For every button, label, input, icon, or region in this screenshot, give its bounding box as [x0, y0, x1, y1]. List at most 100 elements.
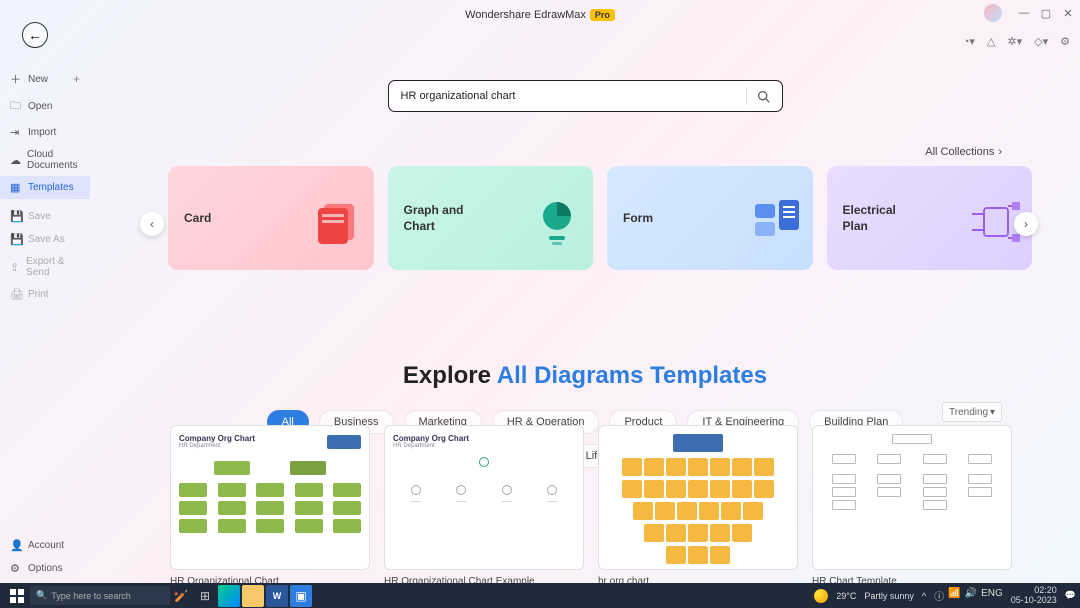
- tool1-icon[interactable]: ✲▾: [1007, 35, 1022, 48]
- lang-icon[interactable]: ENG: [981, 588, 1003, 603]
- template-thumb: [598, 425, 798, 570]
- taskbar-temp: 29°C: [836, 591, 856, 601]
- main-area: All Collections › ‹ › Card Graph and Cha…: [90, 52, 1080, 583]
- save-icon: 💾: [10, 210, 22, 223]
- sidebar-item-label: Open: [28, 101, 52, 112]
- template-card[interactable]: Company Org Chart HR Department ————————…: [384, 425, 584, 583]
- plus-icon: ＋: [10, 71, 22, 87]
- sidebar-item-new[interactable]: ＋New+: [0, 66, 90, 92]
- sidebar-item-saveas[interactable]: 💾Save As: [0, 228, 90, 251]
- taskbar-clock[interactable]: 02:20 05-10-2023: [1011, 586, 1057, 606]
- circuit-icon: [968, 194, 1016, 242]
- pro-badge: Pro: [590, 9, 615, 21]
- template-grid: Company Org Chart HR Department HR Organ…: [170, 425, 1012, 583]
- sort-dropdown[interactable]: Trending ▾: [942, 402, 1002, 422]
- sidebar-item-label: Import: [28, 127, 56, 138]
- taskbar-search[interactable]: 🔍 Type here to search: [30, 586, 170, 605]
- folder-icon: 🗀: [10, 97, 22, 116]
- template-title: HR Chart Template: [812, 576, 1012, 583]
- thumb-sub: HR Department: [393, 443, 575, 449]
- sidebar-item-cloud[interactable]: ☁Cloud Documents: [0, 144, 90, 176]
- sidebar-item-label: Save: [28, 211, 51, 222]
- minimize-button[interactable]: —: [1018, 7, 1030, 19]
- sidebar-item-label: Options: [28, 563, 62, 574]
- export-icon: ⇪: [10, 261, 20, 274]
- app-title: Wondershare EdrawMax: [465, 9, 586, 21]
- search-icon[interactable]: [757, 90, 770, 103]
- avatar[interactable]: [984, 4, 1002, 22]
- sidebar-item-templates[interactable]: ▦ Templates: [0, 176, 90, 199]
- saveas-icon: 💾: [10, 233, 22, 246]
- category-card-electrical[interactable]: Electrical Plan: [827, 166, 1033, 270]
- sidebar-item-label: Export & Send: [26, 256, 80, 278]
- system-tray[interactable]: ⓘ 📶 🔊 ENG: [934, 588, 1003, 603]
- close-button[interactable]: ✕: [1062, 7, 1074, 19]
- sidebar-item-save[interactable]: 💾 Save: [0, 205, 90, 228]
- search-icon: 🔍: [36, 590, 47, 601]
- template-thumb: Company Org Chart HR Department ————————: [384, 425, 584, 570]
- category-label: Electrical Plan: [843, 202, 923, 234]
- sidebar-item-label: Print: [28, 289, 49, 300]
- sidebar-item-account[interactable]: 👤Account: [0, 534, 90, 557]
- template-card[interactable]: HR Chart Template: [812, 425, 1012, 583]
- category-card-card[interactable]: Card: [168, 166, 374, 270]
- tray-chevron-icon[interactable]: ^: [922, 591, 926, 601]
- taskbar-app-edge[interactable]: [218, 585, 240, 607]
- taskbar-app-word[interactable]: W: [266, 585, 288, 607]
- sidebar-item-label: Cloud Documents: [27, 149, 80, 171]
- divider: [746, 87, 747, 105]
- wifi-icon[interactable]: 📶: [948, 588, 960, 603]
- taskbar-app-cricket[interactable]: 🏏: [170, 585, 192, 607]
- template-card[interactable]: hr org chart: [598, 425, 798, 583]
- taskbar-app-edrawmax[interactable]: ▣: [290, 585, 312, 607]
- start-button[interactable]: [4, 583, 30, 608]
- bell-icon[interactable]: △: [987, 35, 995, 48]
- volume-icon[interactable]: 🔊: [965, 588, 977, 603]
- gear-icon[interactable]: ⚙: [1060, 35, 1070, 48]
- chart-icon: [529, 194, 577, 242]
- carousel-prev-button[interactable]: ‹: [140, 212, 164, 236]
- notifications-icon[interactable]: 💬: [1065, 590, 1076, 601]
- template-card[interactable]: Company Org Chart HR Department HR Organ…: [170, 425, 370, 583]
- sidebar-item-print[interactable]: 🖨Print: [0, 283, 90, 306]
- taskbar: 🔍 Type here to search 🏏 ⊞ W ▣ 29°C Partl…: [0, 583, 1080, 608]
- tray-icon[interactable]: ⓘ: [934, 588, 944, 603]
- all-collections-label: All Collections: [925, 146, 994, 158]
- category-label: Graph and Chart: [404, 202, 484, 234]
- thumb-heading: Company Org Chart: [393, 434, 575, 443]
- add-icon[interactable]: +: [73, 72, 80, 86]
- search-input[interactable]: [401, 90, 736, 102]
- taskbar-app-taskview[interactable]: ⊞: [194, 585, 216, 607]
- taskbar-weather: Partly sunny: [864, 591, 914, 601]
- category-label: Card: [184, 210, 211, 226]
- template-thumb: [812, 425, 1012, 570]
- sidebar: ＋New+ 🗀 Open ⇥Import ☁Cloud Documents ▦ Te…: [0, 58, 90, 538]
- cloud-icon[interactable]: ◔▾: [963, 35, 975, 48]
- maximize-button[interactable]: ▢: [1040, 7, 1052, 19]
- category-card-graph[interactable]: Graph and Chart: [388, 166, 594, 270]
- explore-highlight: All Diagrams Templates: [497, 362, 767, 389]
- carousel-next-button[interactable]: ›: [1014, 212, 1038, 236]
- explore-heading: Explore All Diagrams Templates: [90, 362, 1080, 390]
- weather-icon: [814, 589, 828, 603]
- form-icon: [749, 194, 797, 242]
- sort-value: Trending: [949, 407, 988, 418]
- category-carousel: Card Graph and Chart Form Electrical Pla…: [168, 166, 1032, 270]
- all-collections-link[interactable]: All Collections ›: [925, 146, 1002, 158]
- sidebar-item-open[interactable]: 🗀 Open: [0, 92, 90, 121]
- sidebar-item-label: Templates: [28, 182, 74, 193]
- back-button[interactable]: ←: [22, 22, 48, 48]
- taskbar-search-placeholder: Type here to search: [51, 591, 131, 601]
- category-label: Form: [623, 210, 653, 226]
- templates-icon: ▦: [10, 181, 22, 194]
- chevron-right-icon: ›: [998, 146, 1002, 158]
- category-card-form[interactable]: Form: [607, 166, 813, 270]
- sidebar-item-export[interactable]: ⇪ Export & Send: [0, 251, 90, 283]
- sidebar-item-label: Account: [28, 540, 64, 551]
- template-title: HR Organizational Chart Example: [384, 576, 584, 583]
- sidebar-item-options[interactable]: ⚙Options: [0, 557, 90, 580]
- taskbar-app-explorer[interactable]: [242, 585, 264, 607]
- sidebar-item-import[interactable]: ⇥Import: [0, 121, 90, 144]
- search-box[interactable]: [388, 80, 783, 112]
- tool2-icon[interactable]: ◇▾: [1034, 35, 1048, 48]
